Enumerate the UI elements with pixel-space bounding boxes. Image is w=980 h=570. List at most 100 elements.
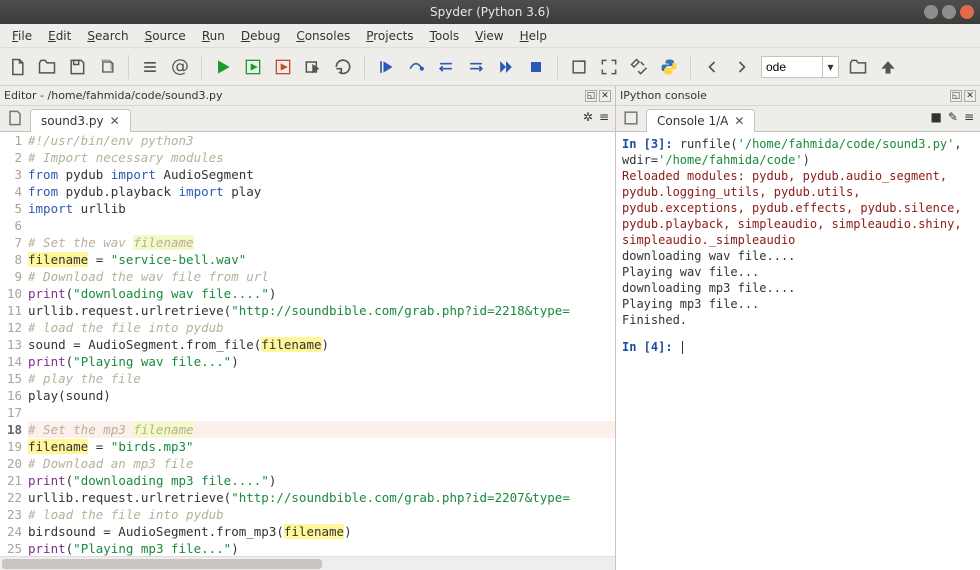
code-line[interactable]: 4from pydub.playback import play — [0, 183, 615, 200]
debug-step-icon[interactable] — [375, 56, 397, 78]
rerun-icon[interactable] — [332, 56, 354, 78]
run-selection-icon[interactable] — [302, 56, 324, 78]
code-line[interactable]: 25print("Playing mp3 file...") — [0, 540, 615, 556]
reloaded-modules: Reloaded modules: pydub, pydub.audio_seg… — [622, 168, 974, 248]
code-line[interactable]: 12# load the file into pydub — [0, 319, 615, 336]
chevron-down-icon[interactable]: ▾ — [822, 57, 838, 77]
run-cell-advance-icon[interactable] — [272, 56, 294, 78]
open-file-icon[interactable] — [36, 56, 58, 78]
code-line[interactable]: 2# Import necessary modules — [0, 149, 615, 166]
save-icon[interactable] — [66, 56, 88, 78]
menu-consoles[interactable]: Consoles — [290, 27, 356, 45]
new-file-icon[interactable] — [6, 56, 28, 78]
code-line[interactable]: 19filename = "birds.mp3" — [0, 438, 615, 455]
code-line[interactable]: 14print("Playing wav file...") — [0, 353, 615, 370]
back-icon[interactable] — [701, 56, 723, 78]
editor-tab[interactable]: sound3.py ✕ — [30, 109, 131, 132]
in-prompt: In [3]: — [622, 137, 680, 151]
at-symbol-icon[interactable]: @ — [169, 56, 191, 78]
console-tab[interactable]: Console 1/A ✕ — [646, 109, 755, 132]
menubar: FileEditSearch SourceRunDebugConsolesProj… — [0, 24, 980, 48]
code-editor[interactable]: 1#!/usr/bin/env python32# Import necessa… — [0, 132, 615, 556]
window-title: Spyder (Python 3.6) — [430, 5, 550, 19]
editor-tabs: sound3.py ✕ ✲ ≡ — [0, 106, 615, 132]
list-icon[interactable] — [139, 56, 161, 78]
console-close-pane-icon[interactable]: ✕ — [964, 90, 976, 102]
fullscreen-icon[interactable] — [598, 56, 620, 78]
code-line[interactable]: 23# load the file into pydub — [0, 506, 615, 523]
menu-search[interactable]: Search — [81, 27, 134, 45]
window-titlebar: Spyder (Python 3.6) — [0, 0, 980, 24]
ipython-console[interactable]: In [3]: runfile('/home/fahmida/code/soun… — [616, 132, 980, 570]
editor-menu-icon[interactable]: ≡ — [599, 110, 609, 124]
console-cursor — [682, 341, 683, 354]
menu-help[interactable]: Help — [514, 27, 553, 45]
preferences-icon[interactable] — [628, 56, 650, 78]
menu-projects[interactable]: Projects — [360, 27, 419, 45]
code-line[interactable]: 21print("downloading mp3 file....") — [0, 472, 615, 489]
browse-dir-icon[interactable] — [847, 56, 869, 78]
run-icon[interactable] — [212, 56, 234, 78]
code-line[interactable]: 24birdsound = AudioSegment.from_mp3(file… — [0, 523, 615, 540]
debug-stop-icon[interactable] — [525, 56, 547, 78]
menu-run[interactable]: Run — [196, 27, 231, 45]
window-maximize-button[interactable] — [942, 5, 956, 19]
maximize-pane-icon[interactable] — [568, 56, 590, 78]
window-close-button[interactable] — [960, 5, 974, 19]
code-line[interactable]: 5import urllib — [0, 200, 615, 217]
editor-close-pane-icon[interactable]: ✕ — [599, 90, 611, 102]
console-tab-label: Console 1/A — [657, 114, 728, 128]
menu-debug[interactable]: Debug — [235, 27, 286, 45]
menu-source[interactable]: Source — [139, 27, 192, 45]
menu-edit[interactable]: Edit — [42, 27, 77, 45]
main-toolbar: @ ▾ — [0, 48, 980, 86]
editor-pane: Editor - /home/fahmida/code/sound3.py ◱ … — [0, 86, 616, 570]
console-options-icon[interactable]: ≡ — [964, 110, 974, 124]
console-undock-icon[interactable]: ◱ — [950, 90, 962, 102]
code-line[interactable]: 18# Set the mp3 filename — [0, 421, 615, 438]
editor-options-gear-icon[interactable]: ✲ — [583, 110, 593, 124]
code-line[interactable]: 8filename = "service-bell.wav" — [0, 251, 615, 268]
code-line[interactable]: 20# Download an mp3 file — [0, 455, 615, 472]
code-line[interactable]: 13sound = AudioSegment.from_file(filenam… — [0, 336, 615, 353]
python-path-icon[interactable] — [658, 56, 680, 78]
forward-icon[interactable] — [731, 56, 753, 78]
code-line[interactable]: 16play(sound) — [0, 387, 615, 404]
code-line[interactable]: 10print("downloading wav file....") — [0, 285, 615, 302]
editor-pane-title: Editor - /home/fahmida/code/sound3.py — [4, 89, 223, 102]
code-line[interactable]: 17 — [0, 404, 615, 421]
code-line[interactable]: 9# Download the wav file from url — [0, 268, 615, 285]
debug-step-into-icon[interactable] — [435, 56, 457, 78]
working-dir-input[interactable] — [762, 57, 822, 77]
parent-dir-icon[interactable] — [877, 56, 899, 78]
console-stop-icon[interactable]: ■ — [931, 110, 942, 124]
menu-view[interactable]: View — [469, 27, 509, 45]
code-line[interactable]: 6 — [0, 217, 615, 234]
close-console-tab-icon[interactable]: ✕ — [734, 114, 744, 128]
console-text: runfile( — [680, 137, 738, 151]
console-output: downloading wav file....Playing wav file… — [622, 248, 974, 328]
working-dir-combo[interactable]: ▾ — [761, 56, 839, 78]
code-line[interactable]: 7# Set the wav filename — [0, 234, 615, 251]
window-minimize-button[interactable] — [924, 5, 938, 19]
code-line[interactable]: 11urllib.request.urlretrieve("http://sou… — [0, 302, 615, 319]
editor-horizontal-scrollbar[interactable] — [0, 556, 615, 570]
close-tab-icon[interactable]: ✕ — [110, 114, 120, 128]
editor-tab-label: sound3.py — [41, 114, 104, 128]
console-path: '/home/fahmida/code/sound3.py' — [738, 137, 955, 151]
menu-file[interactable]: File — [6, 27, 38, 45]
code-line[interactable]: 3from pydub import AudioSegment — [0, 166, 615, 183]
debug-step-over-icon[interactable] — [405, 56, 427, 78]
code-line[interactable]: 1#!/usr/bin/env python3 — [0, 132, 615, 149]
debug-continue-icon[interactable] — [495, 56, 517, 78]
menu-tools[interactable]: Tools — [424, 27, 466, 45]
console-browser-icon[interactable] — [620, 107, 642, 129]
code-line[interactable]: 22urllib.request.urlretrieve("http://sou… — [0, 489, 615, 506]
save-all-icon[interactable] — [96, 56, 118, 78]
code-line[interactable]: 15# play the file — [0, 370, 615, 387]
run-cell-icon[interactable] — [242, 56, 264, 78]
editor-undock-icon[interactable]: ◱ — [585, 90, 597, 102]
console-clear-icon[interactable]: ✎ — [948, 110, 958, 124]
file-browser-icon[interactable] — [4, 107, 26, 129]
debug-step-out-icon[interactable] — [465, 56, 487, 78]
